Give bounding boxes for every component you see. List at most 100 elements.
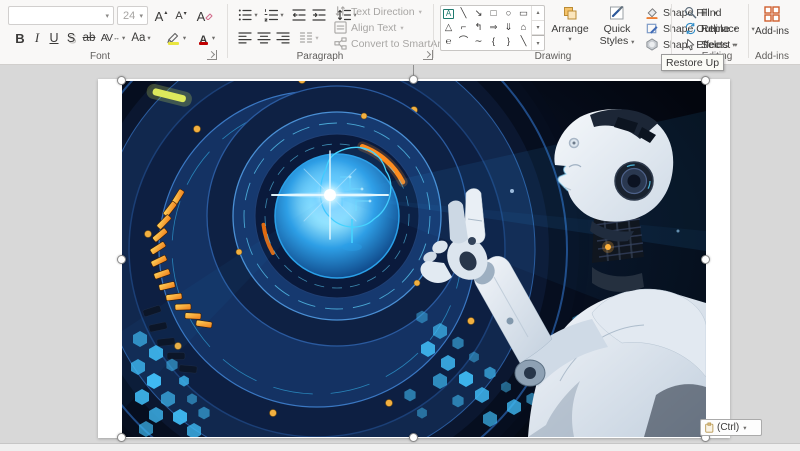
bold-button[interactable]: B bbox=[12, 28, 28, 48]
paragraph-group-label: Paragraph bbox=[296, 51, 344, 62]
shape-oval-icon[interactable]: ○ bbox=[506, 9, 512, 19]
chevron-down-icon[interactable]: ▾ bbox=[135, 12, 147, 20]
text-direction-label: Text Direction bbox=[351, 5, 415, 18]
select-pointer-icon bbox=[686, 38, 695, 51]
shape-rounded-rectangle-icon[interactable]: ▭ bbox=[519, 9, 528, 19]
shape-arc-icon[interactable]: ⌒ bbox=[459, 37, 469, 47]
selection-handle-middle-left[interactable] bbox=[117, 255, 126, 264]
selection-handle-middle-right[interactable] bbox=[701, 255, 710, 264]
selection-handle-top-left[interactable] bbox=[117, 76, 126, 85]
font-color-button[interactable]: A ▾ bbox=[192, 28, 220, 48]
font-color-swatch bbox=[198, 42, 208, 45]
paragraph-dialog-launcher[interactable] bbox=[423, 50, 433, 60]
shape-fill-icon bbox=[646, 8, 658, 20]
chevron-down-icon: ▾ bbox=[254, 12, 258, 19]
chevron-down-icon: ▾ bbox=[400, 24, 404, 32]
selection-handle-top-middle[interactable] bbox=[409, 75, 418, 84]
quick-styles-button[interactable]: Quick Styles ▾ bbox=[594, 5, 640, 47]
chevron-down-icon: ▾ bbox=[315, 35, 319, 42]
columns-button[interactable]: ▾ bbox=[296, 28, 322, 48]
underline-button[interactable]: U▾ bbox=[46, 28, 62, 48]
chevron-down-icon: ▾ bbox=[743, 424, 747, 432]
arrange-label: Arrange bbox=[551, 23, 589, 35]
shape-down-arrow-icon[interactable]: ⇓ bbox=[505, 23, 513, 33]
shape-right-brace-icon[interactable]: } bbox=[507, 37, 510, 47]
gallery-scroll-down[interactable]: ▾ bbox=[532, 21, 544, 36]
align-left-button[interactable] bbox=[236, 28, 254, 48]
arrange-button[interactable]: Arrange ▾ bbox=[548, 5, 592, 43]
shape-diagonal-line-icon[interactable]: ╲ bbox=[521, 37, 527, 47]
shape-triangle-icon[interactable]: △ bbox=[445, 23, 452, 33]
paste-options-button[interactable]: (Ctrl) ▾ bbox=[700, 419, 762, 436]
columns-icon bbox=[300, 32, 313, 43]
character-spacing-button[interactable]: AV ↔ ▾ bbox=[100, 28, 126, 48]
decrease-indent-button[interactable] bbox=[290, 5, 308, 25]
slide[interactable] bbox=[98, 79, 730, 438]
search-icon bbox=[685, 7, 697, 19]
shape-line-arrow-icon[interactable]: ↘ bbox=[475, 9, 483, 19]
shape-flowchart-icon[interactable]: ⌂ bbox=[521, 23, 527, 33]
gallery-more-button[interactable]: ▾ bbox=[532, 35, 544, 50]
shape-textbox-icon[interactable]: A bbox=[443, 9, 454, 19]
shape-right-arrow-icon[interactable]: ⇒ bbox=[490, 23, 498, 33]
replace-button[interactable]: Replace ▾ bbox=[684, 21, 755, 36]
italic-button[interactable]: I bbox=[30, 28, 44, 48]
underline-icon: U bbox=[49, 31, 59, 45]
shape-scribble-icon[interactable]: ℮ bbox=[446, 37, 452, 47]
bold-icon: B bbox=[15, 30, 25, 46]
font-name-combo[interactable]: ▾ bbox=[8, 6, 114, 25]
align-right-button[interactable] bbox=[274, 28, 292, 48]
convert-smartart-label: Convert to SmartArt bbox=[351, 37, 444, 50]
change-case-button[interactable]: Aa ▾ bbox=[128, 28, 154, 48]
bullets-button[interactable]: ▾ bbox=[236, 5, 260, 25]
text-shadow-button[interactable]: S bbox=[64, 28, 78, 48]
font-size-combo[interactable]: 24 ▾ bbox=[117, 6, 148, 25]
font-size-value: 24 bbox=[123, 9, 136, 22]
addins-icon bbox=[764, 6, 780, 22]
select-button[interactable]: Select ▾ bbox=[684, 37, 737, 52]
grow-font-button[interactable]: A ▴ bbox=[152, 6, 170, 26]
replace-icon bbox=[685, 22, 696, 35]
addins-button[interactable]: Add-ins bbox=[752, 5, 792, 37]
paste-options-label: (Ctrl) bbox=[717, 422, 740, 433]
chevron-down-icon: ▾ bbox=[121, 35, 126, 42]
quick-styles-icon bbox=[610, 6, 624, 20]
align-right-icon bbox=[276, 32, 290, 44]
text-highlight-color-button[interactable]: ▾ bbox=[162, 28, 190, 48]
smartart-icon bbox=[334, 37, 347, 50]
find-label: Find bbox=[701, 6, 722, 19]
align-center-button[interactable] bbox=[255, 28, 273, 48]
align-text-label: Align Text bbox=[351, 21, 397, 34]
chevron-down-icon: ▾ bbox=[734, 41, 738, 49]
find-button[interactable]: Find bbox=[684, 5, 721, 20]
text-direction-button[interactable]: Text Direction ▾ bbox=[334, 4, 422, 19]
numbering-button[interactable]: ▾ bbox=[262, 5, 286, 25]
shape-elbow-arrow-icon[interactable]: ↰ bbox=[475, 23, 483, 33]
slide-picture[interactable] bbox=[122, 81, 706, 437]
font-dialog-launcher[interactable] bbox=[207, 50, 217, 60]
decrease-indent-icon bbox=[292, 9, 306, 21]
selection-handle-top-right[interactable] bbox=[701, 76, 710, 85]
highlighter-icon bbox=[166, 30, 181, 46]
quick-styles-label-1: Quick bbox=[603, 23, 631, 35]
shape-line-icon[interactable]: ╲ bbox=[461, 9, 467, 19]
clear-formatting-button[interactable]: A bbox=[196, 6, 214, 26]
slide-workspace[interactable] bbox=[0, 65, 800, 443]
text-shadow-icon: S bbox=[66, 31, 76, 45]
shape-elbow-icon[interactable]: ⌐ bbox=[461, 23, 467, 33]
left-right-arrow-icon: ↔ bbox=[112, 34, 120, 42]
selection-handle-bottom-middle[interactable] bbox=[409, 433, 418, 442]
gallery-scroll-up[interactable]: ▴ bbox=[532, 6, 544, 21]
strikethrough-button[interactable]: ab bbox=[80, 28, 98, 48]
shape-rectangle-icon[interactable]: □ bbox=[491, 9, 497, 19]
selection-handle-bottom-left[interactable] bbox=[117, 433, 126, 442]
grow-font-icon: A bbox=[154, 8, 164, 24]
align-text-button[interactable]: Align Text ▾ bbox=[334, 20, 404, 35]
increase-indent-button[interactable] bbox=[310, 5, 328, 25]
chevron-down-icon[interactable]: ▾ bbox=[101, 12, 113, 20]
shrink-font-button[interactable]: A ▾ bbox=[172, 6, 190, 26]
shapes-gallery-scrollbar[interactable]: ▴ ▾ ▾ bbox=[531, 6, 544, 50]
shape-left-brace-icon[interactable]: { bbox=[492, 37, 495, 47]
shapes-gallery[interactable]: A ╲ ↘ □ ○ ▭ △ ⌐ ↰ ⇒ ⇓ ⌂ ℮ ⌒ ∼ { } ╲ ▴ ▾ … bbox=[440, 5, 545, 51]
shape-curve-icon[interactable]: ∼ bbox=[475, 37, 483, 47]
